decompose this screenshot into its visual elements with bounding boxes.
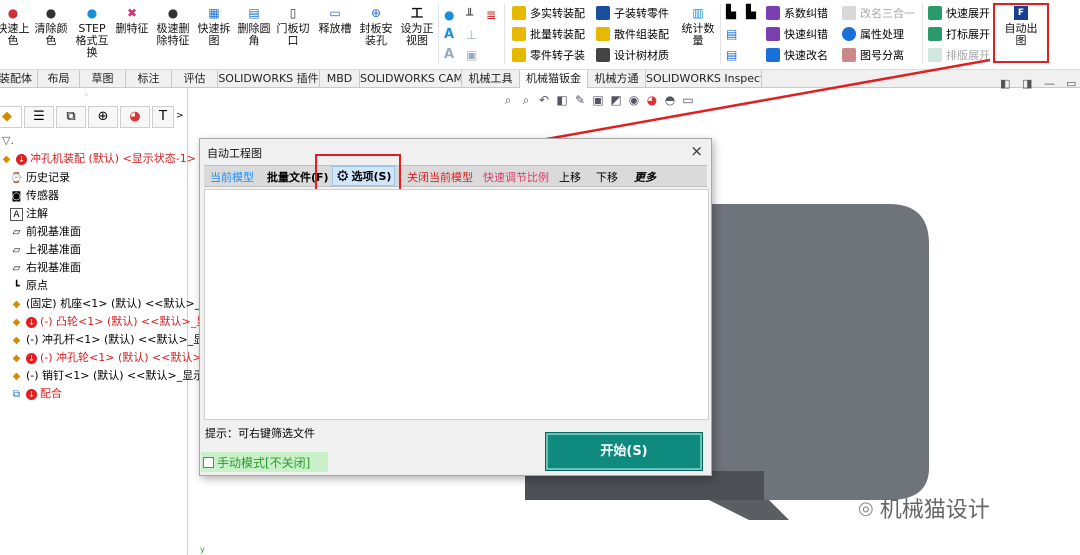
watermark-text: 机械猫设计 [879,498,990,523]
close-current-model-button[interactable]: 关闭当前模型 [407,169,473,185]
manual-mode-checkbox[interactable] [203,456,214,468]
more-button[interactable]: 更多 [634,169,656,185]
start-button[interactable]: 开始(S) [545,432,703,471]
watermark: ◎ 机械猫设计 [858,492,990,524]
manual-mode-toggle[interactable]: 手动模式[不关闭] [201,452,328,472]
quick-scale-button[interactable]: 快速调节比例 [483,169,549,185]
dialog-title: 自动工程图 [207,147,262,160]
file-list[interactable] [204,189,709,420]
move-up-button[interactable]: 上移 [559,169,581,185]
hint-text: 提示：可右键筛选文件 [205,427,315,440]
close-icon[interactable]: × [690,142,703,160]
auto-drawing-dialog: 自动工程图 × 当前模型 批量文件(F) ⚙ 选项(S) 关闭当前模型 快速调节… [199,138,712,476]
axis-marker: y [200,545,205,554]
current-model-tab[interactable]: 当前模型 [210,169,254,185]
wechat-icon: ◎ [858,497,874,519]
move-down-button[interactable]: 下移 [596,169,618,185]
manual-mode-label: 手动模式[不关闭] [217,455,311,470]
dialog-toolbar: 当前模型 批量文件(F) ⚙ 选项(S) 关闭当前模型 快速调节比例 上移 下移… [204,165,707,187]
